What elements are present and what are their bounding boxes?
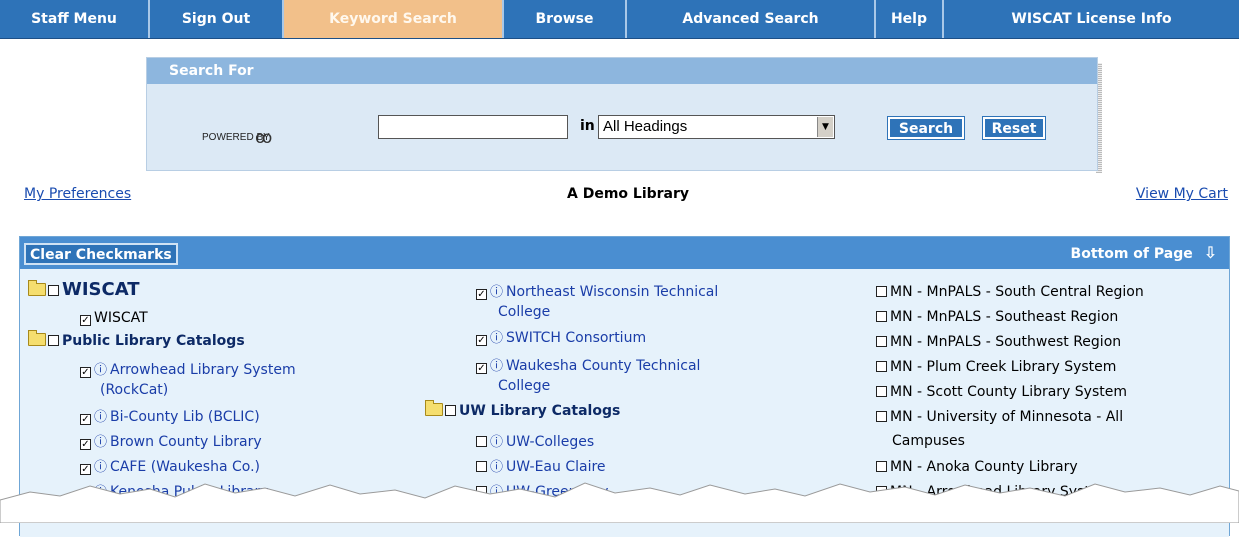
item-label-cont: Campuses [892, 433, 965, 449]
checkbox[interactable] [876, 336, 887, 347]
item-label: MN - MnPALS - South Central Region [890, 284, 1144, 300]
nav-wiscat-license-info[interactable]: WISCAT License Info [944, 0, 1239, 38]
item-label: MN - Plum Creek Library System [890, 359, 1117, 375]
item-label: MN - Scott County Library System [890, 384, 1128, 400]
search-header: Search For [147, 58, 1097, 84]
checkbox[interactable]: ✓ [80, 414, 91, 425]
folder-icon [425, 400, 443, 416]
list-item: WISCAT [28, 279, 140, 300]
nav-keyword-search[interactable]: Keyword Search [284, 0, 504, 38]
nav-staff-menu[interactable]: Staff Menu [0, 0, 150, 38]
catalog-link[interactable]: SWITCH Consortium [506, 330, 646, 346]
checkbox[interactable]: ✓ [476, 289, 487, 300]
checkbox[interactable] [476, 461, 487, 472]
list-item: MN - MnPALS - Southwest Region [876, 334, 1121, 350]
item-label: MN - MnPALS - Southwest Region [890, 334, 1122, 350]
library-name: A Demo Library [567, 186, 690, 202]
search-button[interactable]: Search [887, 116, 965, 140]
folder-icon [28, 280, 46, 296]
list-item-cont: College [498, 378, 550, 394]
my-preferences-link[interactable]: My Preferences [24, 186, 131, 202]
search-field-selected: All Headings [603, 118, 688, 135]
catalog-header: Clear Checkmarks Bottom of Page ⇩ [20, 237, 1229, 269]
checkbox[interactable]: ✓ [476, 363, 487, 374]
nav-sign-out[interactable]: Sign Out [150, 0, 284, 38]
list-item-cont: College [498, 304, 550, 320]
bottom-of-page-link[interactable]: Bottom of Page ⇩ [1071, 243, 1217, 262]
list-item: MN - MnPALS - South Central Region [876, 284, 1144, 300]
view-my-cart-link[interactable]: View My Cart [1136, 186, 1228, 202]
catalog-link[interactable]: Northeast Wisconsin Technical [506, 284, 718, 300]
search-input[interactable] [378, 115, 568, 139]
nav-browse[interactable]: Browse [504, 0, 627, 38]
list-item: ✓ ⓘ Northeast Wisconsin Technical [476, 281, 718, 300]
list-item: ✓ WISCAT [80, 310, 148, 326]
list-item: MN - MnPALS - Southeast Region [876, 309, 1118, 325]
checkbox[interactable] [876, 286, 887, 297]
folder-icon [28, 330, 46, 346]
in-label: in [580, 118, 595, 134]
checkbox[interactable]: ✓ [80, 439, 91, 450]
catalog-link[interactable]: Arrowhead Library System [110, 362, 296, 378]
checkbox[interactable] [876, 461, 887, 472]
list-item: ✓ ⓘ Brown County Library [80, 431, 262, 450]
powered-by-logo-icon: ꝏ [255, 128, 272, 148]
search-panel: Search For POWERED BY ꝏ in All Headings … [146, 57, 1098, 171]
item-label: WISCAT [94, 310, 148, 326]
item-label: MN - University of Minnesota - All [890, 409, 1124, 425]
catalog-link[interactable]: UW-Colleges [506, 434, 594, 450]
checkbox[interactable]: ✓ [476, 335, 487, 346]
group-label: UW Library Catalogs [459, 403, 621, 419]
checkbox[interactable] [48, 285, 59, 296]
list-item: MN - Scott County Library System [876, 384, 1127, 400]
group-label: Public Library Catalogs [62, 333, 245, 349]
arrow-down-icon: ⇩ [1203, 243, 1217, 262]
checkbox[interactable] [876, 386, 887, 397]
list-item: ✓ ⓘ Bi-County Lib (BCLIC) [80, 406, 260, 425]
chevron-down-icon[interactable]: ▼ [817, 117, 833, 137]
catalog-link-cont[interactable]: (RockCat) [100, 382, 168, 398]
info-icon[interactable]: ⓘ [94, 363, 107, 378]
list-item: ✓ ⓘ SWITCH Consortium [476, 327, 646, 346]
info-icon[interactable]: ⓘ [490, 285, 503, 300]
info-icon[interactable]: ⓘ [490, 435, 503, 450]
checkbox[interactable] [48, 335, 59, 346]
list-item: Public Library Catalogs [28, 330, 245, 349]
checkbox[interactable]: ✓ [80, 315, 91, 326]
group-title: WISCAT [62, 279, 140, 300]
reset-button[interactable]: Reset [982, 116, 1046, 140]
list-item-cont: (RockCat) [100, 382, 168, 398]
checkbox[interactable]: ✓ [80, 367, 91, 378]
item-label: MN - MnPALS - Southeast Region [890, 309, 1119, 325]
bottom-of-page-label: Bottom of Page [1070, 246, 1193, 262]
catalog-link-cont[interactable]: College [498, 304, 550, 320]
catalog-link[interactable]: Brown County Library [110, 434, 262, 450]
info-icon[interactable]: ⓘ [94, 435, 107, 450]
checkbox[interactable] [876, 311, 887, 322]
checkbox[interactable] [476, 436, 487, 447]
list-item: ✓ ⓘ Waukesha County Technical [476, 355, 700, 374]
list-item: ⓘ UW-Colleges [476, 431, 594, 450]
nav-advanced-search[interactable]: Advanced Search [627, 0, 876, 38]
top-nav: Staff Menu Sign Out Keyword Search Brows… [0, 0, 1239, 39]
list-item-cont: Campuses [892, 433, 965, 449]
torn-edge [0, 482, 1239, 523]
checkbox[interactable] [876, 361, 887, 372]
catalog-link-cont[interactable]: College [498, 378, 550, 394]
nav-help[interactable]: Help [876, 0, 944, 38]
checkbox[interactable] [445, 405, 456, 416]
catalog-link[interactable]: Bi-County Lib (BCLIC) [110, 409, 260, 425]
catalog-link[interactable]: Waukesha County Technical [506, 358, 700, 374]
search-field-select[interactable]: All Headings ▼ [598, 115, 835, 139]
info-icon[interactable]: ⓘ [94, 410, 107, 425]
clear-checkmarks-button[interactable]: Clear Checkmarks [24, 243, 178, 265]
list-item: MN - University of Minnesota - All [876, 409, 1123, 425]
list-item: UW Library Catalogs [425, 400, 621, 419]
info-icon[interactable]: ⓘ [490, 359, 503, 374]
info-icon[interactable]: ⓘ [490, 331, 503, 346]
list-item: ✓ ⓘ Arrowhead Library System [80, 359, 296, 378]
list-item: MN - Plum Creek Library System [876, 359, 1116, 375]
checkbox[interactable] [876, 411, 887, 422]
